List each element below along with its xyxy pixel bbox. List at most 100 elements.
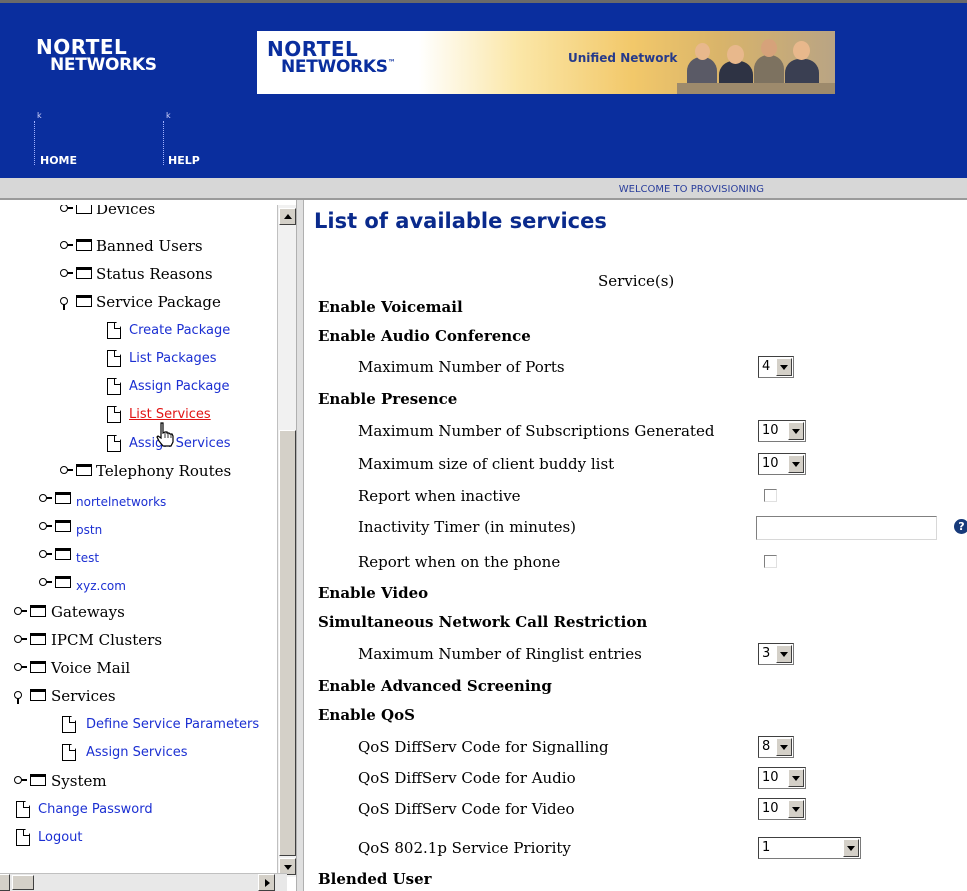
report-inactive-checkbox[interactable] [764, 489, 777, 502]
header: NORTEL NETWORKS NORTEL NETWORKS™ Unified… [0, 0, 967, 178]
select-value: 8 [762, 739, 771, 754]
row-max-subscriptions: Maximum Number of Subscriptions Generate… [318, 420, 958, 444]
tree-horizontal-scrollbar[interactable] [0, 873, 287, 891]
tree-link[interactable]: Change Password [38, 801, 153, 819]
scroll-thumb[interactable] [279, 430, 296, 856]
expand-icon[interactable] [39, 577, 52, 587]
field-label: Maximum Number of Ports [358, 358, 565, 376]
select-value: 10 [762, 770, 779, 785]
collapse-icon[interactable] [60, 296, 72, 310]
logo-line2: NETWORKS [50, 55, 157, 75]
welcome-text: WELCOME TO PROVISIONING [618, 184, 764, 195]
column-header: Service(s) [598, 272, 675, 290]
section-label: Enable QoS [318, 706, 415, 724]
welcome-bar: WELCOME TO PROVISIONING [0, 178, 967, 200]
tree-link[interactable]: pstn [76, 521, 102, 539]
max-subscriptions-select[interactable]: 10 [758, 420, 806, 442]
expand-icon[interactable] [14, 606, 27, 616]
help-icon[interactable]: ? [954, 519, 967, 534]
tree-link[interactable]: Assign Services [86, 744, 188, 762]
trademark: ™ [387, 58, 396, 67]
tree-link[interactable]: Define Service Parameters [86, 716, 259, 734]
folder-icon [76, 205, 92, 214]
row-max-ringlist: Maximum Number of Ringlist entries 3 [318, 643, 958, 667]
folder-icon [30, 605, 46, 617]
tree-vertical-scrollbar[interactable] [277, 205, 296, 877]
tree-link[interactable]: xyz.com [76, 577, 126, 595]
tree-link[interactable]: Logout [38, 829, 83, 847]
select-value: 3 [762, 646, 771, 661]
tree-link[interactable]: nortelnetworks [76, 493, 166, 511]
qos-priority-select[interactable]: 1 [758, 837, 861, 859]
scroll-thumb[interactable] [12, 875, 34, 890]
expand-icon[interactable] [60, 268, 73, 278]
expand-icon[interactable] [39, 493, 52, 503]
tree-link[interactable]: Assign Services [129, 435, 231, 453]
dropdown-arrow-icon[interactable] [776, 645, 792, 663]
row-report-on-phone: Report when on the phone [318, 551, 958, 575]
row-qos-signalling: QoS DiffServ Code for Signalling 8 [318, 736, 958, 760]
report-on-phone-checkbox[interactable] [764, 555, 777, 568]
collapse-icon[interactable] [14, 690, 26, 704]
dropdown-arrow-icon[interactable] [776, 358, 792, 376]
expand-icon[interactable] [14, 775, 27, 785]
tree-link[interactable]: Create Package [129, 322, 230, 340]
expand-icon[interactable] [39, 549, 52, 559]
tree-link[interactable]: test [76, 549, 99, 567]
folder-icon [55, 548, 71, 560]
row-qos-video: QoS DiffServ Code for Video 10 [318, 798, 958, 822]
banner-tagline: Unified Network [568, 51, 678, 65]
dropdown-arrow-icon[interactable] [843, 839, 859, 857]
qos-video-select[interactable]: 10 [758, 798, 806, 820]
select-value: 4 [762, 359, 771, 374]
section-label: Enable Audio Conference [318, 327, 531, 345]
expand-icon[interactable] [60, 240, 73, 250]
dropdown-arrow-icon[interactable] [776, 738, 792, 756]
select-value: 10 [762, 456, 779, 471]
field-label: Report when on the phone [358, 553, 561, 571]
nav-marker-icon: k [37, 111, 42, 120]
scroll-right-button[interactable] [258, 874, 275, 891]
nortel-logo: NORTEL NETWORKS [36, 37, 157, 74]
field-label: QoS 802.1p Service Priority [358, 839, 571, 857]
row-report-inactive: Report when inactive [318, 485, 958, 509]
tree-item-label: IPCM Clusters [51, 631, 163, 649]
tree-link[interactable]: Assign Package [129, 378, 230, 396]
main-content: List of available services Service(s) En… [304, 200, 967, 891]
folder-icon [76, 464, 92, 476]
inactivity-timer-input[interactable] [756, 516, 937, 540]
dropdown-arrow-icon[interactable] [788, 455, 804, 473]
dropdown-arrow-icon[interactable] [788, 800, 804, 818]
expand-icon[interactable] [14, 662, 27, 672]
section-label: Enable Voicemail [318, 298, 463, 316]
nav-help-link[interactable]: HELP [168, 154, 200, 167]
scroll-up-button[interactable] [279, 208, 296, 225]
dropdown-arrow-icon[interactable] [788, 769, 804, 787]
scroll-left-button[interactable] [0, 874, 10, 891]
folder-open-icon [76, 295, 92, 307]
qos-audio-select[interactable]: 10 [758, 767, 806, 789]
frame-divider[interactable] [296, 200, 304, 891]
tree-link[interactable]: List Packages [129, 350, 217, 368]
expand-icon[interactable] [39, 521, 52, 531]
arrow-up-icon [284, 214, 292, 219]
qos-signalling-select[interactable]: 8 [758, 736, 794, 758]
expand-icon[interactable] [14, 634, 27, 644]
tree-item-label: Gateways [51, 603, 125, 621]
page-icon [62, 716, 76, 733]
buddy-list-size-select[interactable]: 10 [758, 453, 806, 475]
select-value: 10 [762, 423, 779, 438]
dropdown-arrow-icon[interactable] [788, 422, 804, 440]
nav-home-link[interactable]: HOME [40, 154, 77, 167]
page-icon [107, 406, 121, 423]
expand-icon[interactable] [60, 465, 73, 475]
folder-icon [30, 774, 46, 786]
expand-icon[interactable] [60, 205, 73, 213]
page-title: List of available services [314, 209, 607, 233]
max-ringlist-select[interactable]: 3 [758, 643, 794, 665]
max-ports-select[interactable]: 4 [758, 356, 794, 378]
section-label: Enable Video [318, 584, 429, 602]
page-icon [16, 801, 30, 818]
tree-item-label: Banned Users [96, 237, 203, 255]
nav-marker-icon: k [166, 111, 171, 120]
